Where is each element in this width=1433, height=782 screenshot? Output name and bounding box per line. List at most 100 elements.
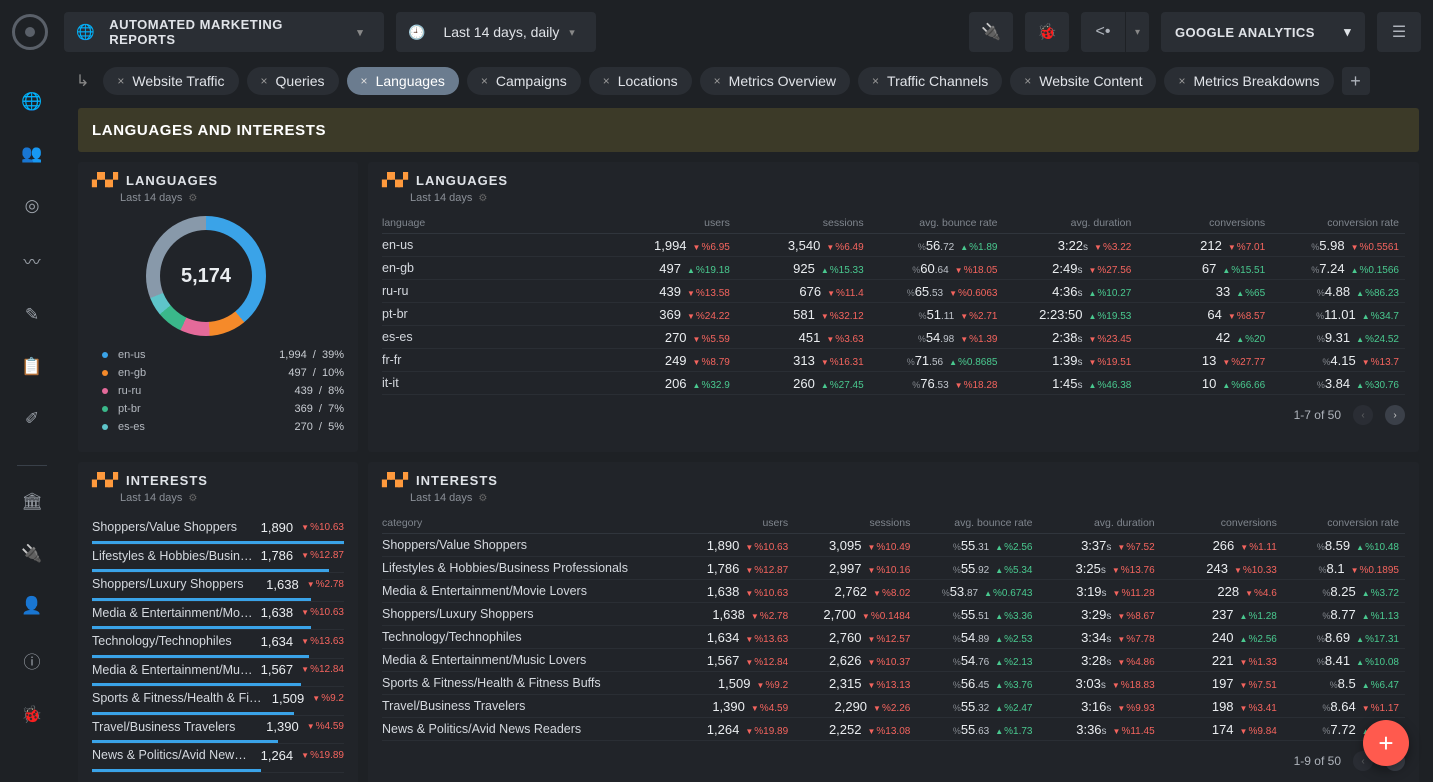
spark-icon: ▞▚▞	[382, 472, 406, 488]
table-row[interactable]: en-gb497%19.18925%15.3360.64%18.052:49s%…	[382, 257, 1405, 280]
topbar: 🌐 AUTOMATED MARKETING REPORTS ▾ 🕘 Last 1…	[0, 0, 1433, 64]
page-next-button[interactable]: ›	[1385, 405, 1405, 425]
list-item[interactable]: Lifestyles & Hobbies/Busin…1,786%12.87	[92, 545, 344, 574]
table-row[interactable]: Technology/Technophiles1,634%13.632,760%…	[382, 626, 1405, 649]
content: LANGUAGES AND INTERESTS ▞▚▞LANGUAGES Las…	[64, 98, 1433, 782]
chevron-down-icon: ▾	[1344, 24, 1351, 40]
share-button[interactable]: <• ▾	[1081, 12, 1149, 52]
daterange-selector[interactable]: 🕘 Last 14 days, daily ▾	[396, 12, 596, 52]
close-icon[interactable]: ×	[603, 74, 610, 88]
tab-campaigns[interactable]: ×Campaigns	[467, 67, 581, 95]
tabbar: ↳ ×Website Traffic ×Queries ×Languages ×Cam…	[64, 64, 1433, 98]
list-item[interactable]: Travel/Business Travelers1,390%4.59	[92, 716, 344, 745]
page-title: LANGUAGES AND INTERESTS	[78, 108, 1419, 152]
chevron-down-icon: ▾	[560, 26, 584, 39]
list-item[interactable]: Shoppers/Luxury Shoppers1,638%2.78	[92, 573, 344, 602]
table-row[interactable]: it-it206%32.9260%27.4576.53%18.281:45s%4…	[382, 372, 1405, 395]
integration-selector[interactable]: GOOGLE ANALYTICS ▾	[1161, 12, 1365, 52]
workspace-selector[interactable]: 🌐 AUTOMATED MARKETING REPORTS ▾	[64, 12, 384, 52]
table-row[interactable]: en-us1,994%6.953,540%6.4956.72%1.893:22s…	[382, 234, 1405, 257]
share-icon: <•	[1096, 23, 1111, 41]
tab-queries[interactable]: ×Queries	[247, 67, 339, 95]
interests-bars-card: ▞▚▞INTERESTS Last 14 days⚙ Shoppers/Valu…	[78, 462, 358, 782]
table-row[interactable]: Shoppers/Value Shoppers1,890%10.633,095%…	[382, 534, 1405, 557]
user-icon[interactable]: 👤	[21, 596, 42, 616]
list-item[interactable]: Shoppers/Value Shoppers1,890%10.63	[92, 516, 344, 545]
info-icon[interactable]: ⓘ	[24, 648, 41, 673]
globe-icon[interactable]: 🌐	[21, 92, 42, 112]
list-item[interactable]: Sports & Fitness/Health & Fit…1,509%9.2	[92, 687, 344, 716]
add-tab-button[interactable]: +	[1342, 67, 1370, 95]
path-icon[interactable]: 〰	[24, 248, 41, 273]
languages-table: languageuserssessionsavg. bounce rateavg…	[382, 212, 1405, 395]
bug-icon: 🐞	[1037, 22, 1057, 42]
close-icon[interactable]: ×	[872, 74, 879, 88]
page-prev-button[interactable]: ‹	[1353, 405, 1373, 425]
chevron-down-icon: ▾	[348, 26, 372, 39]
table-row[interactable]: ru-ru439%13.58676%11.465.53%0.60634:36s%…	[382, 280, 1405, 303]
clock-icon: 🕘	[408, 24, 425, 41]
list-item[interactable]: Technology/Technophiles1,634%13.63	[92, 630, 344, 659]
list-item[interactable]: Media & Entertainment/Mo…1,638%10.63	[92, 602, 344, 631]
gear-icon[interactable]: ⚙	[188, 193, 197, 204]
table-row[interactable]: Travel/Business Travelers1,390%4.592,290…	[382, 695, 1405, 718]
bug-button[interactable]: 🐞	[1025, 12, 1069, 52]
tab-locations[interactable]: ×Locations	[589, 67, 692, 95]
plug-button[interactable]: 🔌	[969, 12, 1013, 52]
spark-icon: ▞▚▞	[92, 172, 116, 188]
plug-icon: 🔌	[981, 22, 1001, 42]
table-row[interactable]: Media & Entertainment/Music Lovers1,567%…	[382, 649, 1405, 672]
close-icon[interactable]: ×	[1178, 74, 1185, 88]
table-row[interactable]: es-es270%5.59451%3.6354.98%1.392:38s%23.…	[382, 326, 1405, 349]
legend-item: es-es270 / 5%	[102, 418, 344, 436]
list-item[interactable]: Media & Entertainment/Mu…1,567%12.84	[92, 659, 344, 688]
table-row[interactable]: Lifestyles & Hobbies/Business Profession…	[382, 557, 1405, 580]
debug-icon[interactable]: 🐞	[21, 705, 42, 725]
close-icon[interactable]: ×	[361, 74, 368, 88]
edit-icon[interactable]: ✎	[25, 305, 39, 325]
languages-summary-card: ▞▚▞LANGUAGES Last 14 days⚙ 5,174 en-us1,…	[78, 162, 358, 452]
gear-icon[interactable]: ⚙	[478, 493, 487, 504]
tab-metrics-breakdowns[interactable]: ×Metrics Breakdowns	[1164, 67, 1333, 95]
fab-add-button[interactable]: +	[1363, 720, 1409, 766]
close-icon[interactable]: ×	[261, 74, 268, 88]
close-icon[interactable]: ×	[1024, 74, 1031, 88]
legend-item: ru-ru439 / 8%	[102, 382, 344, 400]
gear-icon[interactable]: ⚙	[478, 193, 487, 204]
tab-website-traffic[interactable]: ×Website Traffic	[103, 67, 238, 95]
legend-item: en-us1,994 / 39%	[102, 346, 344, 364]
table-row[interactable]: Sports & Fitness/Health & Fitness Buffs1…	[382, 672, 1405, 695]
table-row[interactable]: pt-br369%24.22581%32.1251.11%2.712:23:50…	[382, 303, 1405, 326]
interests-table: categoryuserssessionsavg. bounce rateavg…	[382, 512, 1405, 741]
close-icon[interactable]: ×	[714, 74, 721, 88]
target-icon[interactable]: ◎	[25, 196, 40, 216]
languages-legend: en-us1,994 / 39%en-gb497 / 10%ru-ru439 /…	[92, 346, 344, 440]
menu-button[interactable]: ☰	[1377, 12, 1421, 52]
tab-traffic-channels[interactable]: ×Traffic Channels	[858, 67, 1002, 95]
gear-icon[interactable]: ⚙	[188, 493, 197, 504]
table-row[interactable]: News & Politics/Avid News Readers1,264%1…	[382, 718, 1405, 741]
table-row[interactable]: fr-fr249%8.79313%16.3171.56%0.86851:39s%…	[382, 349, 1405, 372]
sublevel-icon: ↳	[76, 71, 89, 91]
table-row[interactable]: Media & Entertainment/Movie Lovers1,638%…	[382, 580, 1405, 603]
plug-icon[interactable]: 🔌	[21, 544, 42, 564]
tab-website-content[interactable]: ×Website Content	[1010, 67, 1156, 95]
list-item[interactable]: News & Politics/Avid News…1,264%19.89	[92, 744, 344, 773]
tab-metrics-overview[interactable]: ×Metrics Overview	[700, 67, 850, 95]
menu-icon: ☰	[1392, 22, 1406, 42]
spark-icon: ▞▚▞	[92, 472, 116, 488]
pencil-icon[interactable]: ✐	[25, 409, 39, 429]
people-icon[interactable]: 👥	[21, 144, 42, 164]
tab-languages[interactable]: ×Languages	[347, 67, 459, 95]
table-row[interactable]: Shoppers/Luxury Shoppers1,638%2.782,700%…	[382, 603, 1405, 626]
bank-icon[interactable]: 🏛	[21, 492, 43, 512]
close-icon[interactable]: ×	[481, 74, 488, 88]
globe-icon: 🌐	[76, 23, 95, 41]
clipboard-icon[interactable]: 📋	[21, 357, 42, 377]
spark-icon: ▞▚▞	[382, 172, 406, 188]
languages-table-card: ▞▚▞LANGUAGES Last 14 days⚙ languageusers…	[368, 162, 1419, 452]
close-icon[interactable]: ×	[117, 74, 124, 88]
chevron-down-icon: ▾	[1125, 12, 1149, 52]
pager: 1-9 of 50 ‹ ›	[382, 751, 1405, 771]
interests-table-card: ▞▚▞INTERESTS Last 14 days⚙ categoryusers…	[368, 462, 1419, 782]
